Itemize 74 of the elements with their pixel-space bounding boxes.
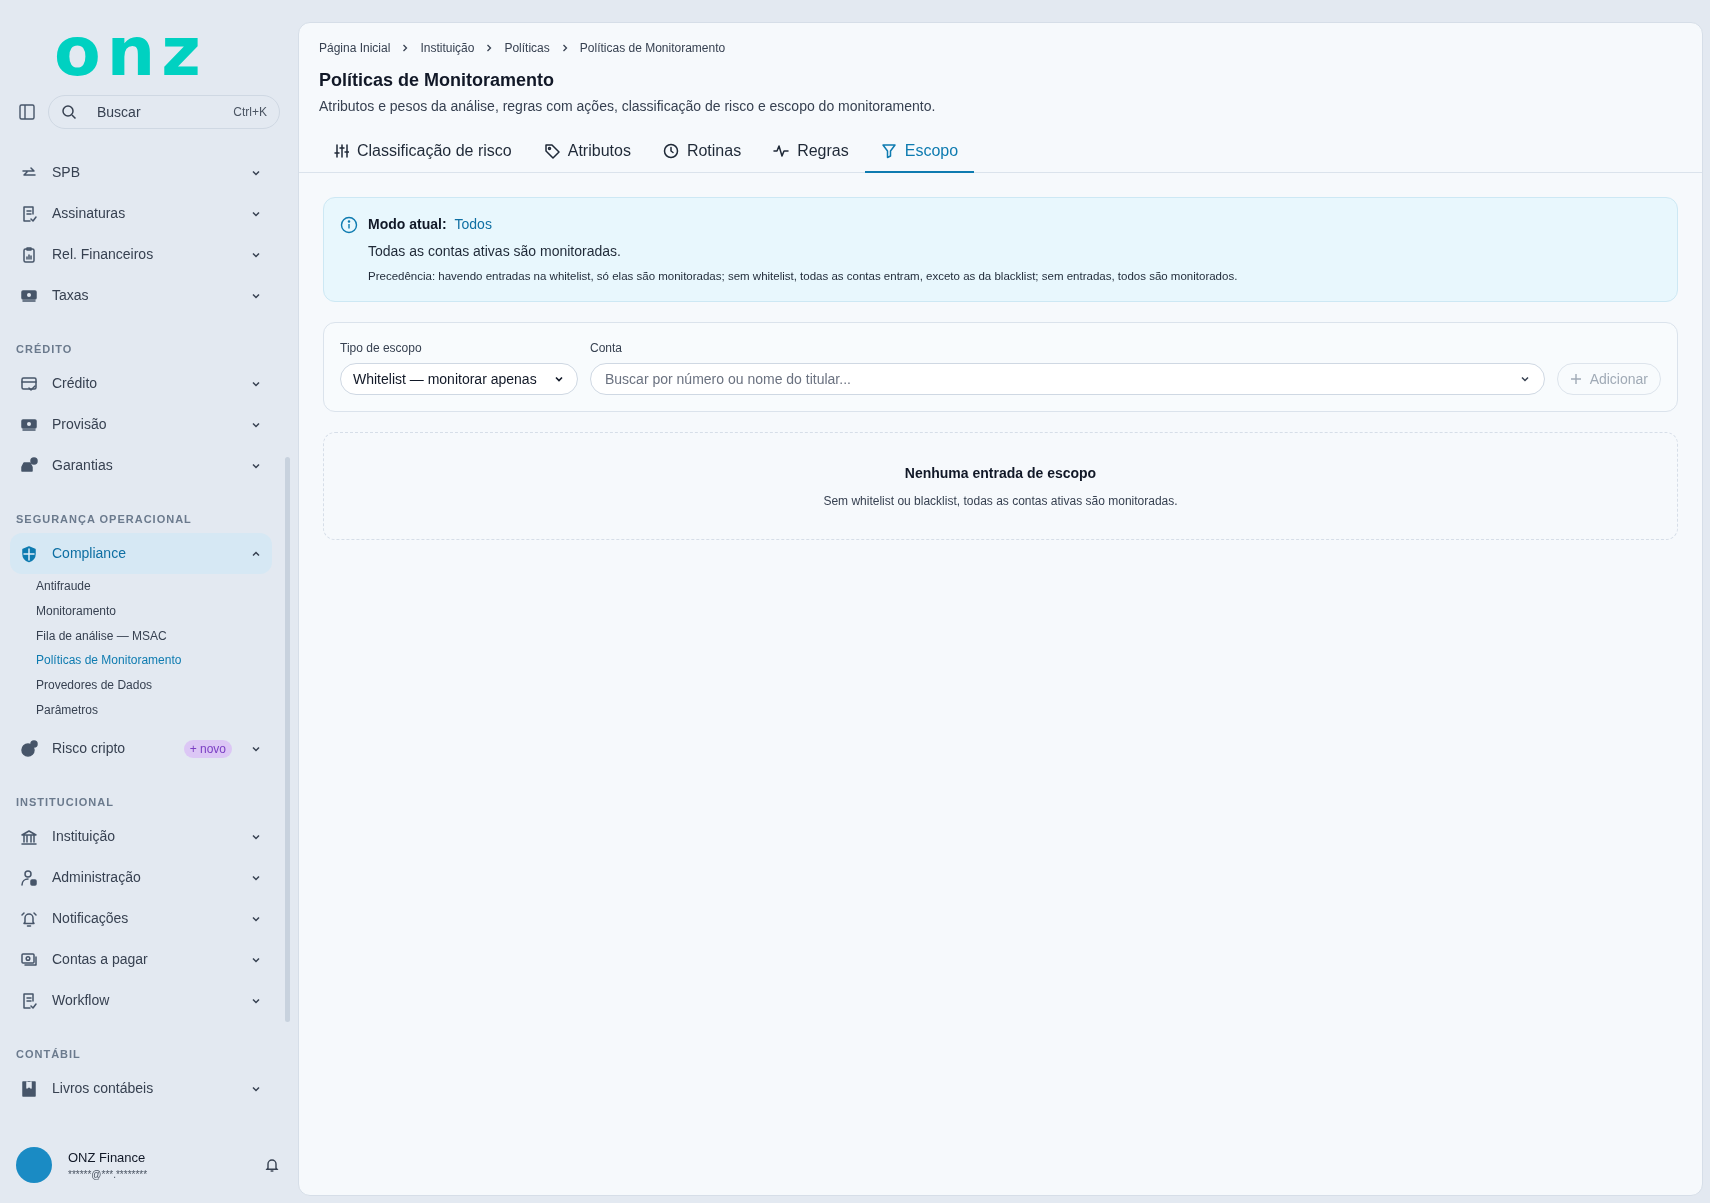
scope-type-select[interactable]: Whitelist — monitorar apenas [340, 363, 578, 396]
page-description: Atributos e pesos da análise, regras com ações, classificação de risco e escopo do monitoramento. [319, 97, 937, 116]
avatar[interactable] [16, 1147, 52, 1183]
nav-item[interactable]: Compliance [10, 533, 272, 574]
filter-icon [880, 143, 897, 159]
info-icon [340, 216, 358, 234]
nav-item[interactable]: Workflow [10, 980, 272, 1022]
page-title: Políticas de Monitoramento [319, 69, 556, 92]
logo: onz [54, 18, 207, 86]
nav-item[interactable]: Contas a pagar [10, 939, 272, 981]
section-heading: SEGURANÇA OPERACIONAL [15, 511, 193, 527]
nav-item[interactable]: Garantias [10, 445, 272, 486]
breadcrumb-link[interactable]: Instituição [420, 39, 475, 57]
empty-text: Sem whitelist ou blacklist, todas as contas ativas são monitoradas. [823, 492, 1178, 510]
breadcrumb-link[interactable]: Políticas [504, 39, 550, 57]
shortcut-hint: Ctrl+K [233, 104, 267, 121]
tab[interactable]: Rotinas [646, 131, 758, 173]
breadcrumb-link[interactable]: Página Inicial [319, 39, 391, 57]
field-label: Conta [590, 340, 624, 358]
sliders-icon [333, 143, 349, 159]
section-heading: CRÉDITO [15, 341, 74, 357]
scrollbar[interactable] [285, 457, 290, 1022]
nav-subitem[interactable]: Parâmetros [36, 697, 272, 723]
nav-item[interactable]: Instituição [10, 816, 272, 858]
nav-item[interactable]: SPB [10, 152, 272, 193]
clipboard-icon [20, 245, 38, 264]
search-icon [61, 104, 77, 120]
user-name: ONZ Finance [68, 1148, 147, 1167]
precedence-note: Precedência: havendo entradas na whitelist, só elas são monitoradas; sem whitelist, todas as contas entram, exceto as da blacklist; sem entradas, todos são monitorados. [368, 269, 1238, 284]
user-lock-icon [20, 868, 38, 887]
nav-item[interactable]: Crédito [10, 363, 272, 404]
document-check-icon [20, 991, 38, 1010]
credit-card-icon [20, 374, 38, 393]
cash-icon [20, 950, 38, 969]
empty-title: Nenhuma entrada de escopo [904, 463, 1097, 483]
nav-subitem[interactable]: Políticas de Monitoramento [36, 648, 272, 673]
nav-subitem[interactable]: Fila de análise — MSAC [36, 623, 272, 649]
tag-icon [543, 143, 560, 159]
mode-label: Modo atual: [368, 215, 447, 234]
nav-subitem[interactable]: Antifraude [36, 574, 272, 599]
nav-item[interactable]: Livros contábeis [10, 1068, 272, 1110]
search-placeholder: Buscar [97, 102, 142, 122]
nav-item[interactable]: Administração [10, 857, 272, 899]
user-email: ******@***.******** [68, 1168, 149, 1183]
nav-item[interactable]: Risco cripto + novo [10, 728, 272, 770]
pulse-icon [773, 143, 790, 159]
mode-value: Todos [454, 215, 492, 234]
bell-icon [20, 909, 38, 928]
nav-item[interactable]: Taxas [10, 275, 272, 316]
nav-item[interactable]: Assinaturas [10, 193, 272, 234]
nav-item[interactable]: Notificações [10, 898, 272, 940]
tab[interactable]: Atributos [527, 131, 647, 173]
nav-item[interactable]: Rel. Financeiros [10, 234, 272, 275]
section-heading: CONTÁBIL [15, 1046, 82, 1062]
field-label: Tipo de escopo [340, 340, 423, 358]
document-check-icon [20, 204, 38, 223]
book-icon [20, 1079, 38, 1098]
new-badge: + novo [183, 739, 232, 758]
nav-item[interactable]: Provisão [10, 404, 272, 445]
clock-icon [662, 143, 679, 159]
shield-icon [20, 544, 38, 563]
tab[interactable]: Classificação de risco [317, 131, 528, 173]
plus-icon [1569, 373, 1582, 386]
nav-subitem[interactable]: Monitoramento [36, 598, 272, 624]
bank-icon [20, 827, 38, 846]
tab[interactable]: Escopo [864, 131, 975, 173]
breadcrumb-link[interactable]: Políticas de Monitoramento [579, 39, 726, 57]
bell-icon[interactable] [264, 1157, 280, 1173]
account-combobox[interactable]: Buscar por número ou nome do titular... [590, 363, 1545, 396]
mode-summary: Todas as contas ativas são monitoradas. [368, 242, 622, 261]
tab[interactable]: Regras [757, 131, 865, 173]
nav-subitem[interactable]: Provedores de Dados [36, 672, 272, 698]
sidebar-toggle-icon[interactable] [18, 103, 36, 121]
section-heading: INSTITUCIONAL [15, 794, 115, 810]
